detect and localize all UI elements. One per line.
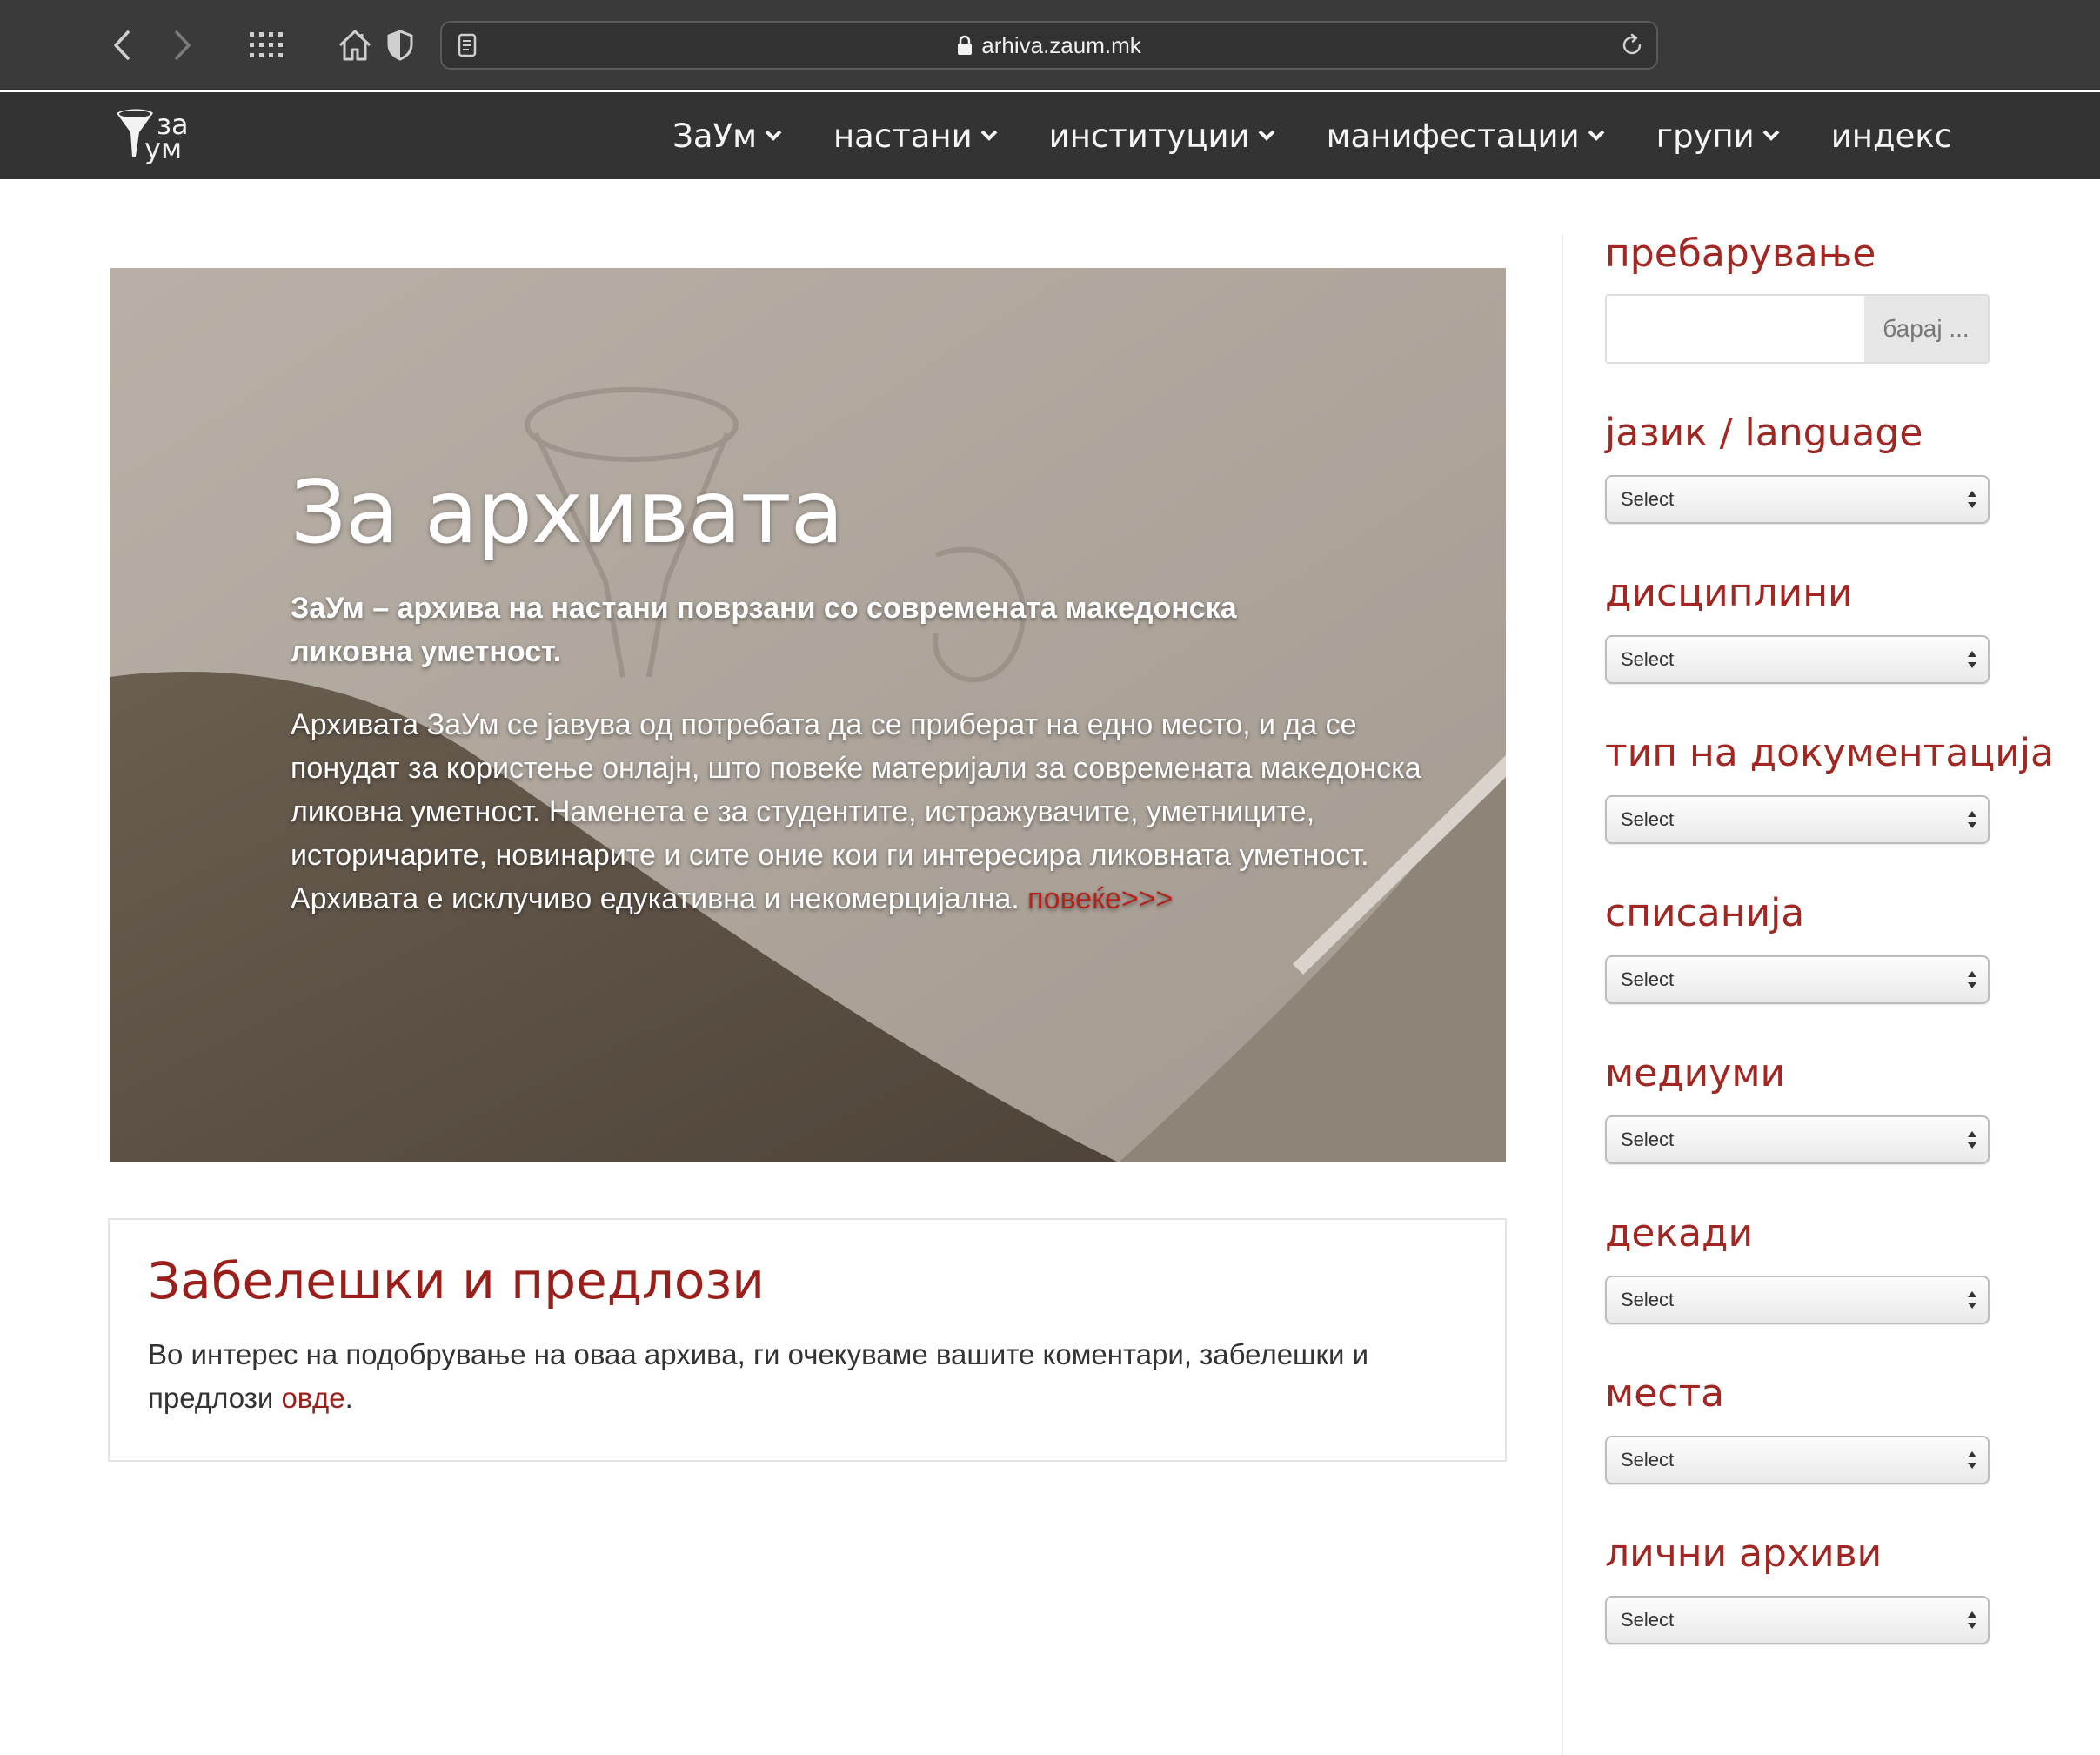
- nav-item-index[interactable]: индекс: [1831, 117, 1952, 155]
- url-display: arhiva.zaum.mk: [442, 23, 1656, 68]
- hero-subtitle: ЗаУм – архива на настани поврзани со сов…: [291, 592, 1237, 668]
- notes-body: Во интерес на подобрување на оваа архива…: [148, 1333, 1418, 1420]
- logo-text-bottom: ум: [144, 132, 183, 165]
- search-heading: пребарување: [1605, 231, 1876, 276]
- select-value: Select: [1621, 1449, 1675, 1470]
- more-link[interactable]: повеќе>>>: [1027, 882, 1173, 915]
- select-value: Select: [1621, 488, 1675, 510]
- select-arrows-icon: [1968, 1611, 1976, 1629]
- chevron-down-icon: [1762, 130, 1780, 141]
- site-navbar: за ум ЗаУм настани институции манифестац…: [0, 92, 2100, 179]
- privacy-button[interactable]: [383, 17, 418, 73]
- nav-label: настани: [833, 117, 973, 155]
- notes-period: .: [344, 1382, 353, 1414]
- chevron-down-icon: [980, 130, 998, 141]
- select-arrows-icon: [1968, 811, 1976, 828]
- nav-item-institutions[interactable]: институции: [1049, 117, 1276, 155]
- nav-item-groups[interactable]: групи: [1656, 117, 1781, 155]
- home-icon: [338, 30, 371, 61]
- notes-box: Забелешки и предлози Во интерес на подоб…: [108, 1218, 1507, 1462]
- site-logo[interactable]: за ум: [113, 106, 200, 167]
- select-value: Select: [1621, 968, 1675, 990]
- doc-type-select[interactable]: Select: [1605, 795, 1990, 844]
- filter-heading-personal-archives: лични архиви: [1605, 1531, 1883, 1576]
- back-button[interactable]: [104, 17, 139, 73]
- filter-heading-language: јазик / language: [1605, 411, 1923, 455]
- address-bar[interactable]: arhiva.zaum.mk: [440, 21, 1658, 70]
- language-select[interactable]: Select: [1605, 475, 1990, 524]
- search-input[interactable]: [1607, 296, 1864, 362]
- select-arrows-icon: [1968, 491, 1976, 508]
- nav-label: манифестации: [1326, 117, 1580, 155]
- nav-item-zaum[interactable]: ЗаУм: [672, 117, 783, 155]
- shield-icon: [387, 30, 413, 61]
- select-arrows-icon: [1968, 651, 1976, 668]
- lock-icon: [958, 35, 973, 55]
- nav-label: ЗаУм: [672, 117, 757, 155]
- nav-item-manifestations[interactable]: манифестации: [1327, 117, 1606, 155]
- search-button[interactable]: барај ...: [1864, 296, 1988, 362]
- tab-overview-button[interactable]: [247, 17, 285, 73]
- filter-heading-doc-type: тип на документација: [1605, 731, 2055, 775]
- hero-body: Архивата ЗаУм се јавува од потребата да …: [291, 703, 1448, 921]
- select-value: Select: [1621, 1129, 1675, 1150]
- notes-here-link[interactable]: овде: [281, 1382, 344, 1414]
- notes-title: Забелешки и предлози: [148, 1251, 765, 1310]
- select-arrows-icon: [1968, 1451, 1976, 1469]
- main-menu: ЗаУм настани институции манифестации гру…: [672, 92, 1952, 179]
- sidebar-divider: [1562, 235, 1563, 1755]
- reload-icon[interactable]: [1620, 33, 1644, 57]
- hero-banner: За архивата ЗаУм – архива на настани пов…: [110, 268, 1506, 1162]
- magazines-select[interactable]: Select: [1605, 955, 1990, 1004]
- select-arrows-icon: [1968, 1291, 1976, 1309]
- filter-heading-media: медиуми: [1605, 1051, 1786, 1095]
- decades-select[interactable]: Select: [1605, 1276, 1990, 1324]
- personal-archives-select[interactable]: Select: [1605, 1596, 1990, 1644]
- select-value: Select: [1621, 648, 1675, 670]
- media-select[interactable]: Select: [1605, 1115, 1990, 1164]
- select-arrows-icon: [1968, 971, 1976, 988]
- forward-icon: [175, 30, 191, 60]
- home-button[interactable]: [336, 17, 374, 73]
- nav-label: институции: [1048, 117, 1250, 155]
- browser-toolbar: arhiva.zaum.mk: [0, 0, 2100, 90]
- nav-label: индекс: [1830, 117, 1952, 155]
- url-text: arhiva.zaum.mk: [981, 31, 1141, 58]
- forward-button[interactable]: [165, 17, 200, 73]
- back-icon: [114, 30, 130, 60]
- select-value: Select: [1621, 1609, 1675, 1631]
- places-select[interactable]: Select: [1605, 1436, 1990, 1484]
- filter-heading-magazines: списанија: [1605, 891, 1805, 935]
- grid-icon: [250, 32, 283, 57]
- chevron-down-icon: [765, 130, 782, 141]
- filter-heading-disciplines: дисциплини: [1605, 571, 1853, 615]
- chevron-down-icon: [1588, 130, 1605, 141]
- select-value: Select: [1621, 808, 1675, 830]
- select-arrows-icon: [1968, 1131, 1976, 1149]
- disciplines-select[interactable]: Select: [1605, 635, 1990, 684]
- hero-title: За архивата: [291, 461, 844, 563]
- select-value: Select: [1621, 1289, 1675, 1310]
- nav-label: групи: [1655, 117, 1755, 155]
- hero-body-text: Архивата ЗаУм се јавува од потребата да …: [291, 708, 1421, 915]
- search-form: барај ...: [1605, 294, 1990, 364]
- filter-heading-places: места: [1605, 1371, 1725, 1416]
- filter-heading-decades: декади: [1605, 1211, 1754, 1256]
- nav-item-events[interactable]: настани: [833, 117, 999, 155]
- chevron-down-icon: [1258, 130, 1274, 141]
